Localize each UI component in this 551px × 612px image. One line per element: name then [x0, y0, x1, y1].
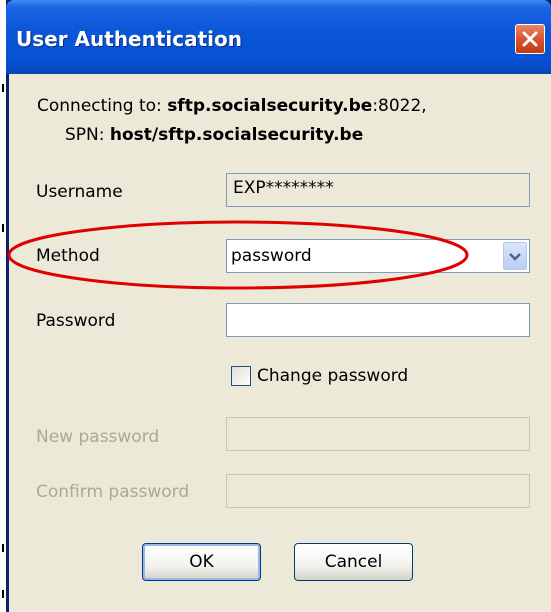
title-bar[interactable]: User Authentication — [6, 0, 551, 74]
ok-button[interactable]: OK — [142, 543, 261, 581]
spn-prefix: SPN: — [65, 125, 110, 145]
method-select[interactable]: password — [226, 239, 530, 273]
username-label: Username — [36, 182, 123, 202]
dialog-body: Connecting to: sftp.socialsecurity.be:80… — [9, 74, 551, 612]
password-field[interactable] — [226, 303, 530, 337]
close-icon — [522, 31, 538, 47]
username-field: EXP******** — [226, 173, 530, 207]
connection-port: :8022, — [372, 96, 427, 116]
window-title: User Authentication — [16, 27, 243, 51]
connection-info: Connecting to: sftp.socialsecurity.be:80… — [37, 92, 427, 150]
connection-host: sftp.socialsecurity.be — [167, 96, 373, 116]
new-password-field — [226, 417, 530, 451]
password-label: Password — [36, 311, 116, 331]
confirm-password-field — [226, 474, 530, 508]
method-dropdown-button[interactable] — [503, 242, 527, 270]
chevron-down-icon — [509, 253, 521, 261]
close-button[interactable] — [515, 24, 545, 54]
confirm-password-label: Confirm password — [36, 482, 190, 502]
new-password-label: New password — [36, 427, 160, 447]
connecting-prefix: Connecting to: — [37, 96, 168, 116]
spn-value: host/sftp.socialsecurity.be — [109, 125, 364, 145]
dialog-window: User Authentication Connecting to: sftp.… — [6, 0, 551, 612]
method-selected-value: password — [231, 246, 312, 266]
change-password-checkbox[interactable] — [231, 366, 251, 386]
method-label: Method — [36, 246, 100, 266]
cancel-button[interactable]: Cancel — [294, 543, 413, 581]
change-password-label[interactable]: Change password — [257, 366, 408, 386]
